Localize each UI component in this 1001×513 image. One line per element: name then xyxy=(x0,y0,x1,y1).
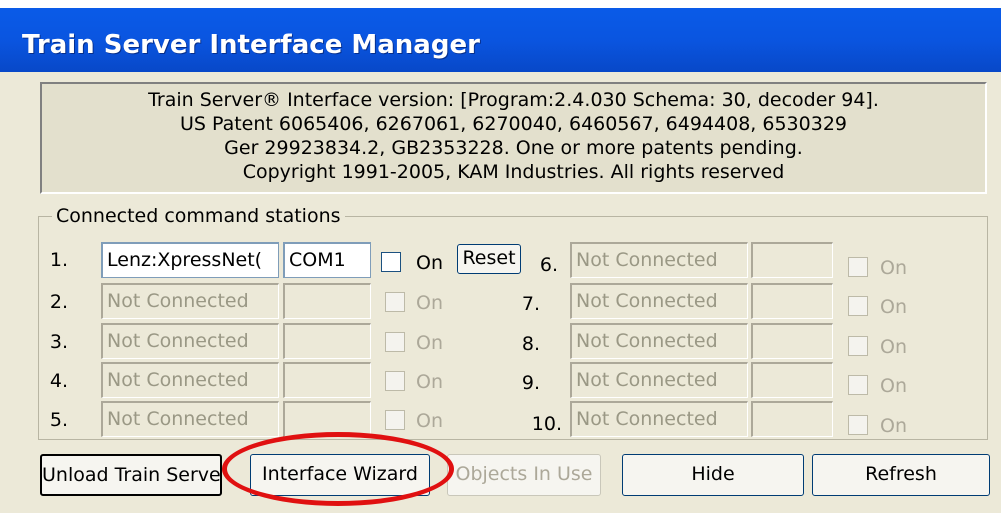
station-5-name: Not Connected xyxy=(101,401,279,437)
station-10-on-checkbox xyxy=(848,415,868,435)
station-number: 10. xyxy=(531,413,562,435)
copyright-line: Copyright 1991-2005, KAM Industries. All… xyxy=(242,161,785,183)
title-bar[interactable]: Train Server Interface Manager xyxy=(0,8,1001,72)
refresh-button[interactable]: Refresh xyxy=(812,454,990,496)
station-10-port xyxy=(751,401,833,437)
station-1-on-checkbox[interactable] xyxy=(381,252,401,272)
version-info-panel: Train Server® Interface version: [Progra… xyxy=(40,82,987,194)
station-number: 5. xyxy=(49,409,68,431)
station-2-on-label: On xyxy=(416,292,443,314)
station-9-port xyxy=(751,362,833,398)
interface-wizard-button[interactable]: Interface Wizard xyxy=(250,454,430,496)
station-8-on-checkbox xyxy=(848,336,868,356)
station-4-on-label: On xyxy=(416,371,443,393)
hide-button[interactable]: Hide xyxy=(622,454,804,496)
unload-train-server-button[interactable]: Unload Train Server xyxy=(40,454,222,496)
station-8-port xyxy=(751,323,833,359)
station-number: 9. xyxy=(521,372,540,394)
station-4-on-checkbox xyxy=(385,371,405,391)
station-9-on-label: On xyxy=(880,375,907,397)
station-number: 6. xyxy=(539,254,558,276)
station-9-on-checkbox xyxy=(848,375,868,395)
station-3-name: Not Connected xyxy=(101,323,279,359)
station-3-port xyxy=(283,323,371,359)
window-title: Train Server Interface Manager xyxy=(22,30,480,60)
station-1-on-label: On xyxy=(416,252,443,274)
station-5-on-label: On xyxy=(416,410,443,432)
objects-in-use-button: Objects In Use xyxy=(447,454,601,496)
station-6-on-label: On xyxy=(880,257,907,279)
station-10-name: Not Connected xyxy=(570,401,748,437)
station-4-port xyxy=(283,362,371,398)
station-5-on-checkbox xyxy=(385,410,405,430)
stations-group-label: Connected command stations xyxy=(52,205,345,227)
station-10-on-label: On xyxy=(880,415,907,437)
station-6-on-checkbox xyxy=(848,257,868,277)
station-8-on-label: On xyxy=(880,336,907,358)
dialog-window: Train Server Interface Manager Train Ser… xyxy=(0,0,1001,513)
reset-button[interactable]: Reset xyxy=(457,244,521,274)
station-6-port xyxy=(751,242,833,278)
patent-line: US Patent 6065406, 6267061, 6270040, 646… xyxy=(179,113,848,135)
station-number: 1. xyxy=(49,249,68,271)
station-8-name: Not Connected xyxy=(570,323,748,359)
station-1-port[interactable]: COM1 xyxy=(283,242,371,278)
station-number: 8. xyxy=(521,333,540,355)
station-1-name[interactable]: Lenz:XpressNet( xyxy=(101,242,279,278)
station-4-name: Not Connected xyxy=(101,362,279,398)
station-number: 3. xyxy=(49,331,68,353)
station-3-on-checkbox xyxy=(385,332,405,352)
station-3-on-label: On xyxy=(416,332,443,354)
station-6-name: Not Connected xyxy=(570,242,748,278)
station-7-port xyxy=(751,283,833,319)
patent-line-2: Ger 29923834.2, GB2353228. One or more p… xyxy=(224,137,803,159)
station-7-on-label: On xyxy=(880,296,907,318)
station-2-on-checkbox xyxy=(385,292,405,312)
station-number: 7. xyxy=(521,293,540,315)
station-7-name: Not Connected xyxy=(570,283,748,319)
station-7-on-checkbox xyxy=(848,296,868,316)
station-number: 4. xyxy=(49,370,68,392)
station-5-port xyxy=(283,401,371,437)
station-2-port xyxy=(283,283,371,319)
station-2-name: Not Connected xyxy=(101,283,279,319)
station-number: 2. xyxy=(49,291,68,313)
station-9-name: Not Connected xyxy=(570,362,748,398)
version-line: Train Server® Interface version: [Progra… xyxy=(148,89,879,111)
